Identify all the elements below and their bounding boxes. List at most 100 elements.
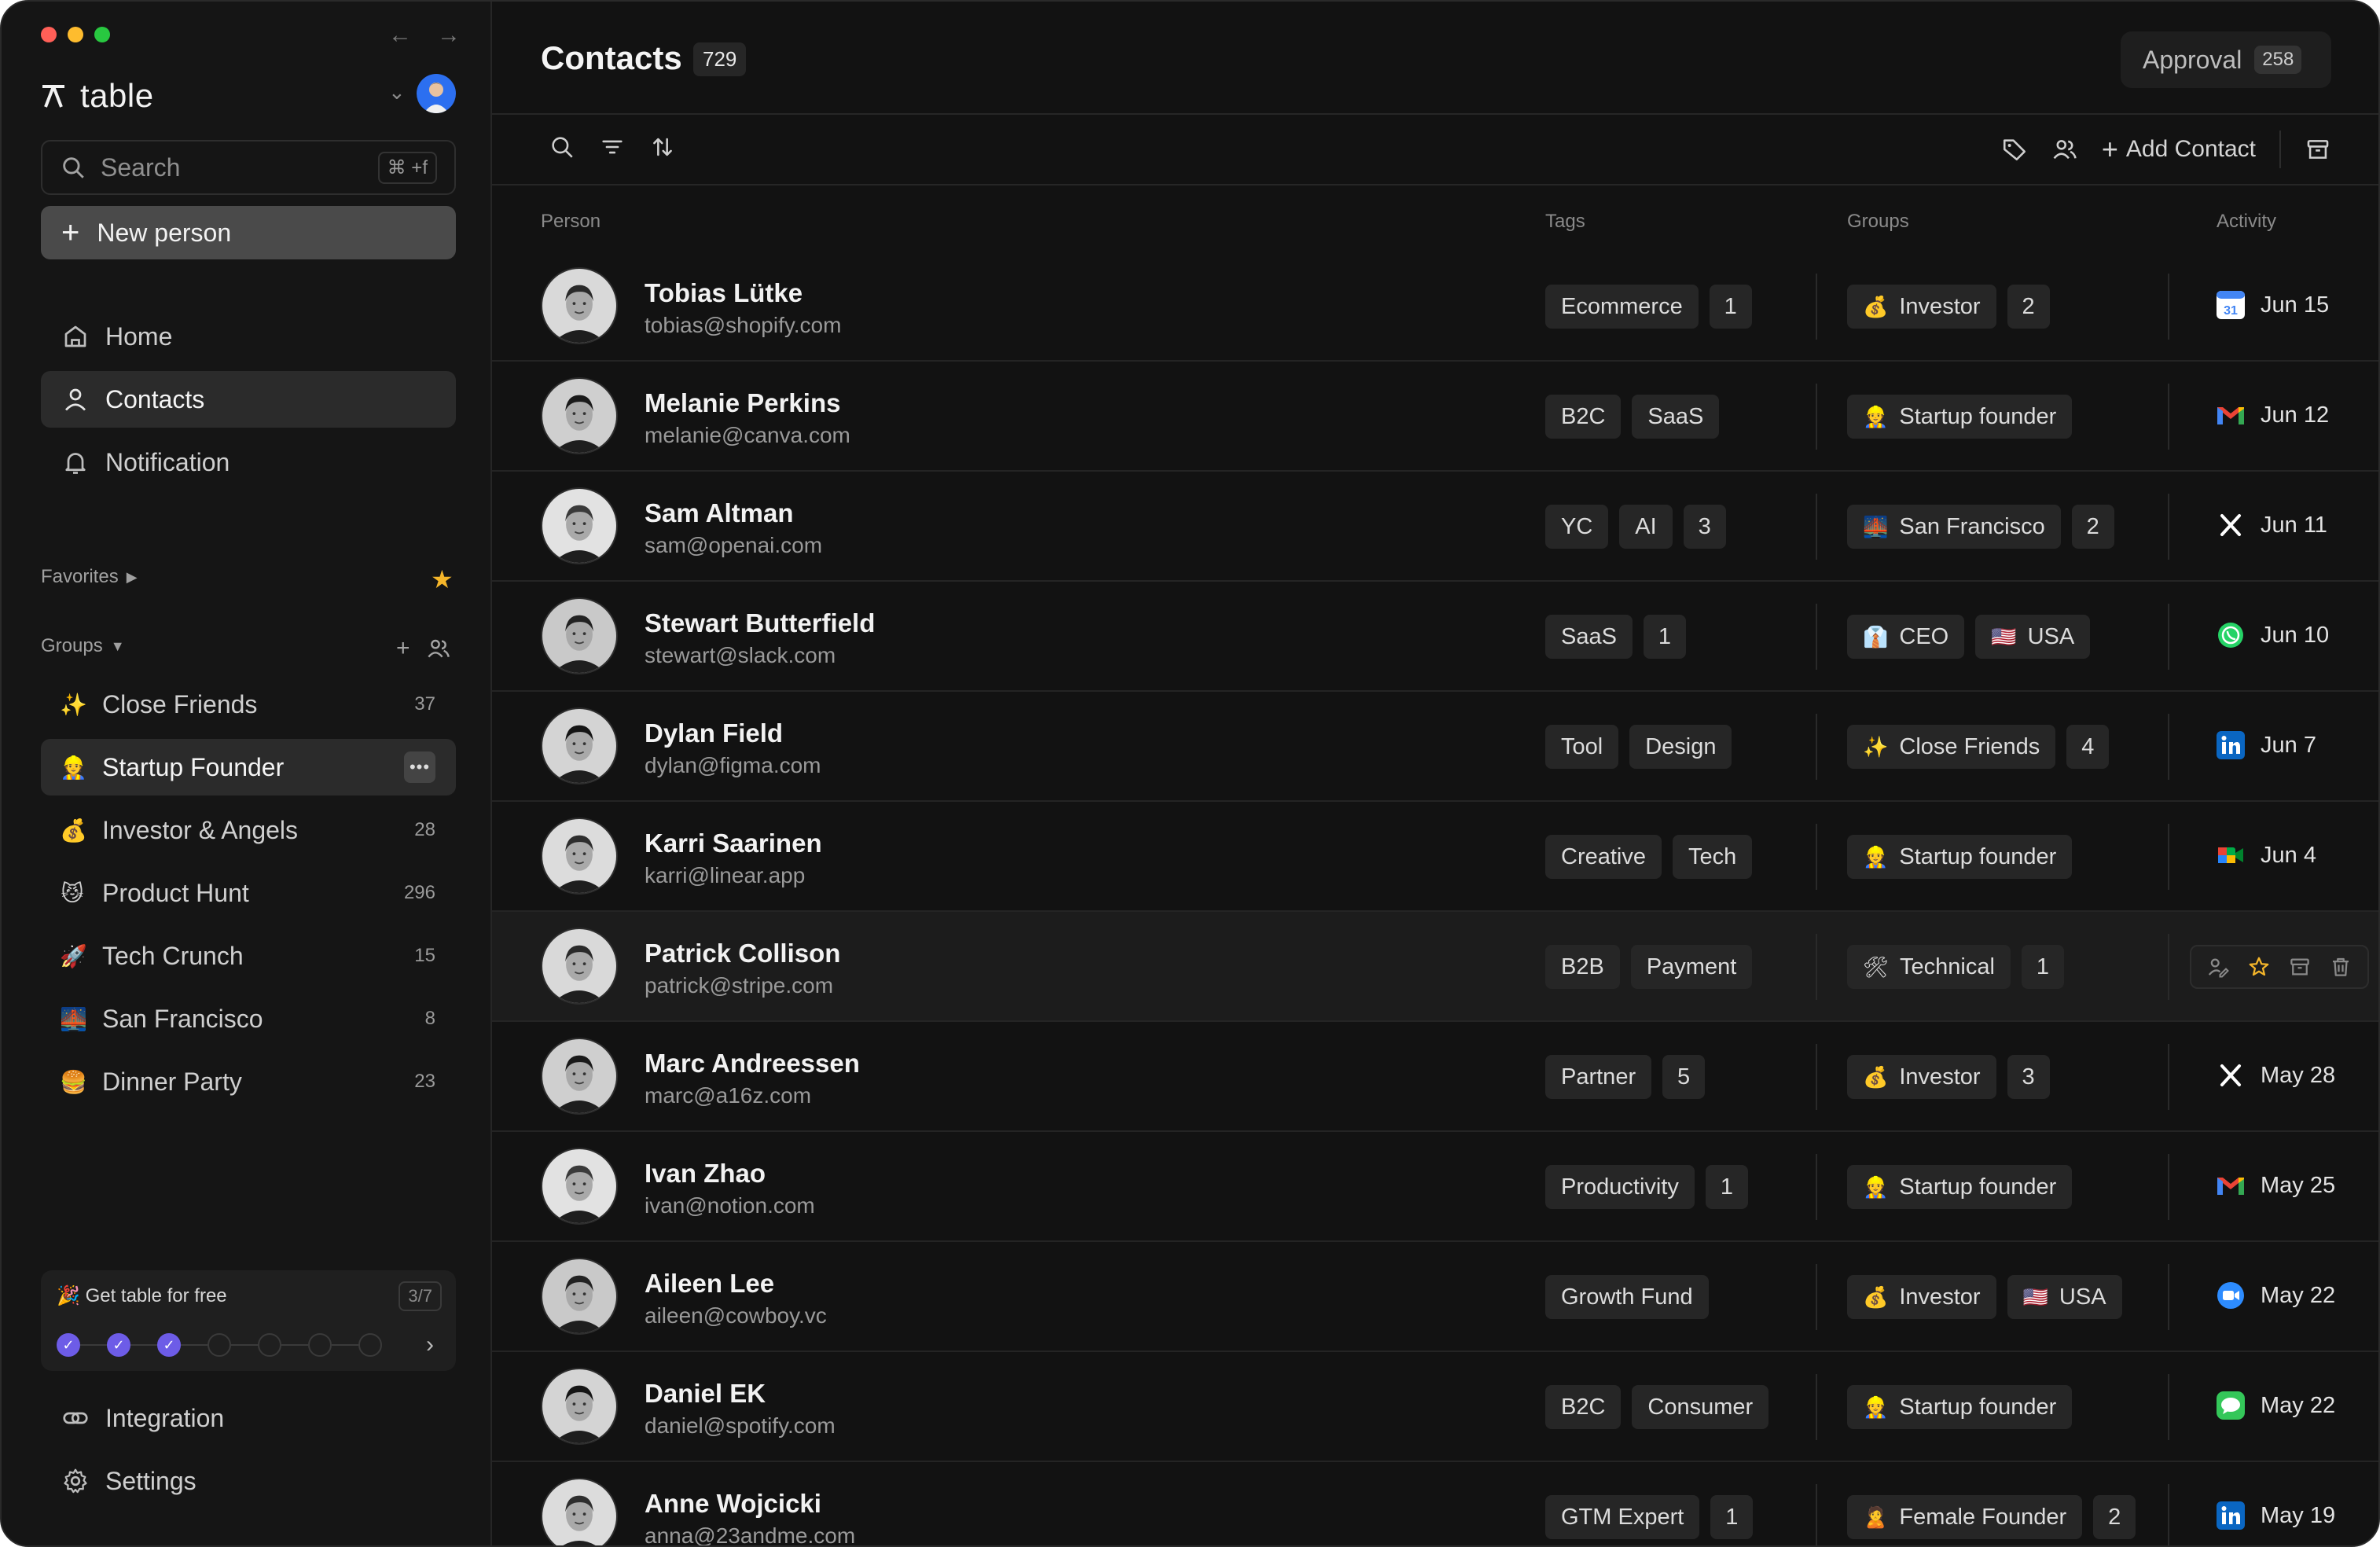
favorites-header[interactable]: Favorites ▶: [41, 566, 138, 588]
close-window-button[interactable]: [41, 27, 57, 42]
last-activity[interactable]: May 19: [2215, 1500, 2335, 1531]
users-icon[interactable]: [2051, 136, 2078, 163]
column-header-person[interactable]: Person: [541, 211, 601, 233]
group-chip-usa[interactable]: 🇺🇸 USA: [1975, 615, 2091, 659]
avatar[interactable]: [541, 1478, 618, 1545]
chevron-down-icon[interactable]: ⌄: [388, 80, 406, 105]
contact-name[interactable]: Tobias Lütke: [645, 278, 803, 308]
chevron-right-icon[interactable]: ›: [426, 1332, 434, 1358]
tag-chip-yc[interactable]: YC: [1545, 505, 1609, 549]
forward-arrow-icon[interactable]: →: [437, 22, 461, 49]
tag-chip-b2b[interactable]: B2B: [1545, 945, 1620, 989]
nav-item-integration[interactable]: Integration: [41, 1390, 456, 1446]
users-icon[interactable]: [426, 636, 451, 661]
group-item-investor-angels[interactable]: 💰 Investor & Angels 28: [41, 802, 456, 858]
nav-item-contacts[interactable]: Contacts: [41, 371, 456, 428]
last-activity[interactable]: Jun 10: [2215, 619, 2329, 651]
group-chip-san-francisco[interactable]: 🌉 San Francisco: [1847, 505, 2061, 549]
column-header-tags[interactable]: Tags: [1545, 211, 1585, 233]
contact-name[interactable]: Anne Wojcicki: [645, 1489, 821, 1519]
archive-icon[interactable]: [2283, 950, 2317, 984]
contact-name[interactable]: Ivan Zhao: [645, 1159, 766, 1189]
last-activity[interactable]: May 22: [2215, 1280, 2335, 1311]
nav-item-settings[interactable]: Settings: [41, 1453, 456, 1509]
tag-chip-partner[interactable]: Partner: [1545, 1055, 1652, 1099]
avatar[interactable]: [541, 597, 618, 674]
add-group-icon[interactable]: +: [396, 635, 410, 662]
last-activity[interactable]: Jun 4: [2215, 840, 2316, 871]
group-chip-female-founder[interactable]: 🙎 Female Founder: [1847, 1495, 2083, 1539]
group-chip-startup-founder[interactable]: 👷 Startup founder: [1847, 1165, 2073, 1209]
onboarding-promo[interactable]: 🎉 Get table for free 3/7 ✓ ✓ ✓ ›: [41, 1270, 456, 1371]
contact-name[interactable]: Melanie Perkins: [645, 388, 840, 418]
tag-chip-b2c[interactable]: B2C: [1545, 395, 1622, 439]
contact-name[interactable]: Daniel EK: [645, 1379, 766, 1409]
tag-chip-growth-fund[interactable]: Growth Fund: [1545, 1275, 1709, 1319]
trash-icon[interactable]: [2323, 950, 2358, 984]
star-icon[interactable]: ★: [431, 564, 454, 594]
avatar[interactable]: [541, 1258, 618, 1335]
more-tags-count[interactable]: 3: [1683, 505, 1726, 549]
more-groups-count[interactable]: 2: [2007, 285, 2050, 329]
tag-chip-tool[interactable]: Tool: [1545, 725, 1619, 769]
brand[interactable]: table: [39, 74, 154, 118]
contact-name[interactable]: Stewart Butterfield: [645, 608, 875, 638]
more-groups-count[interactable]: 2: [2093, 1495, 2136, 1539]
group-item-dinner-party[interactable]: 🍔 Dinner Party 23: [41, 1053, 456, 1110]
table-row[interactable]: Tobias Lütke tobias@shopify.com Ecommerce 1…: [492, 252, 2378, 362]
table-row[interactable]: Dylan Field dylan@figma.com Tool Design ✨ Clo…: [492, 692, 2378, 802]
table-row[interactable]: Anne Wojcicki anna@23andme.com GTM Expert 1…: [492, 1462, 2378, 1545]
tag-chip-saas[interactable]: SaaS: [1632, 395, 1720, 439]
column-header-groups[interactable]: Groups: [1847, 211, 1909, 233]
tag-chip-ecommerce[interactable]: Ecommerce: [1545, 285, 1699, 329]
more-tags-count[interactable]: 1: [1643, 615, 1686, 659]
avatar[interactable]: [541, 818, 618, 895]
search-input[interactable]: Search ⌘ +f: [41, 140, 456, 195]
minimize-window-button[interactable]: [68, 27, 83, 42]
groups-header[interactable]: Groups ▼: [41, 635, 125, 657]
more-groups-count[interactable]: 1: [2021, 945, 2064, 989]
more-groups-count[interactable]: 4: [2066, 725, 2110, 769]
search-icon[interactable]: [549, 134, 575, 160]
tag-chip-creative[interactable]: Creative: [1545, 835, 1662, 879]
group-chip-investor[interactable]: 💰 Investor: [1847, 1055, 1996, 1099]
last-activity[interactable]: 31 Jun 15: [2215, 289, 2329, 321]
group-chip-startup-founder[interactable]: 👷 Startup founder: [1847, 395, 2073, 439]
contact-name[interactable]: Sam Altman: [645, 498, 794, 528]
contact-name[interactable]: Aileen Lee: [645, 1269, 774, 1299]
table-row[interactable]: Daniel EK daniel@spotify.com B2C Consumer 👷 S…: [492, 1352, 2378, 1462]
more-groups-count[interactable]: 2: [2071, 505, 2114, 549]
avatar[interactable]: [417, 74, 456, 113]
group-chip-investor[interactable]: 💰 Investor: [1847, 285, 1996, 329]
last-activity[interactable]: Jun 7: [2215, 729, 2316, 761]
avatar[interactable]: [541, 267, 618, 344]
sort-icon[interactable]: [649, 134, 676, 160]
table-row[interactable]: Patrick Collison patrick@stripe.com B2B Pay…: [492, 912, 2378, 1022]
more-tags-count[interactable]: 5: [1662, 1055, 1706, 1099]
tag-chip-productivity[interactable]: Productivity: [1545, 1165, 1695, 1209]
filter-icon[interactable]: [599, 134, 626, 160]
nav-item-notification[interactable]: Notification: [41, 434, 456, 491]
new-person-button[interactable]: + New person: [41, 206, 456, 259]
group-chip-technical[interactable]: 🛠 Technical: [1847, 945, 2011, 989]
more-options-icon[interactable]: •••: [404, 751, 435, 783]
contact-name[interactable]: Marc Andreessen: [645, 1049, 860, 1078]
group-item-close-friends[interactable]: ✨ Close Friends 37: [41, 676, 456, 733]
group-chip-startup-founder[interactable]: 👷 Startup founder: [1847, 1385, 2073, 1429]
last-activity[interactable]: May 25: [2215, 1170, 2335, 1201]
group-chip-usa[interactable]: 🇺🇸 USA: [2007, 1275, 2122, 1319]
table-row[interactable]: Marc Andreessen marc@a16z.com Partner 5 💰 Inv…: [492, 1022, 2378, 1132]
tag-icon[interactable]: [2001, 136, 2028, 163]
group-item-tech-crunch[interactable]: 🚀 Tech Crunch 15: [41, 928, 456, 984]
archive-icon[interactable]: [2305, 136, 2331, 163]
column-header-activity[interactable]: Activity: [2217, 211, 2276, 233]
tag-chip-payment[interactable]: Payment: [1630, 945, 1753, 989]
group-item-san-francisco[interactable]: 🌉 San Francisco 8: [41, 990, 456, 1047]
group-chip-investor[interactable]: 💰 Investor: [1847, 1275, 1996, 1319]
tag-chip-consumer[interactable]: Consumer: [1632, 1385, 1769, 1429]
table-row[interactable]: Aileen Lee aileen@cowboy.vc Growth Fund 💰 In…: [492, 1242, 2378, 1352]
avatar[interactable]: [541, 1038, 618, 1115]
add-contact-button[interactable]: + Add Contact: [2102, 133, 2256, 166]
tag-chip-saas[interactable]: SaaS: [1545, 615, 1633, 659]
more-tags-count[interactable]: 1: [1705, 1165, 1748, 1209]
